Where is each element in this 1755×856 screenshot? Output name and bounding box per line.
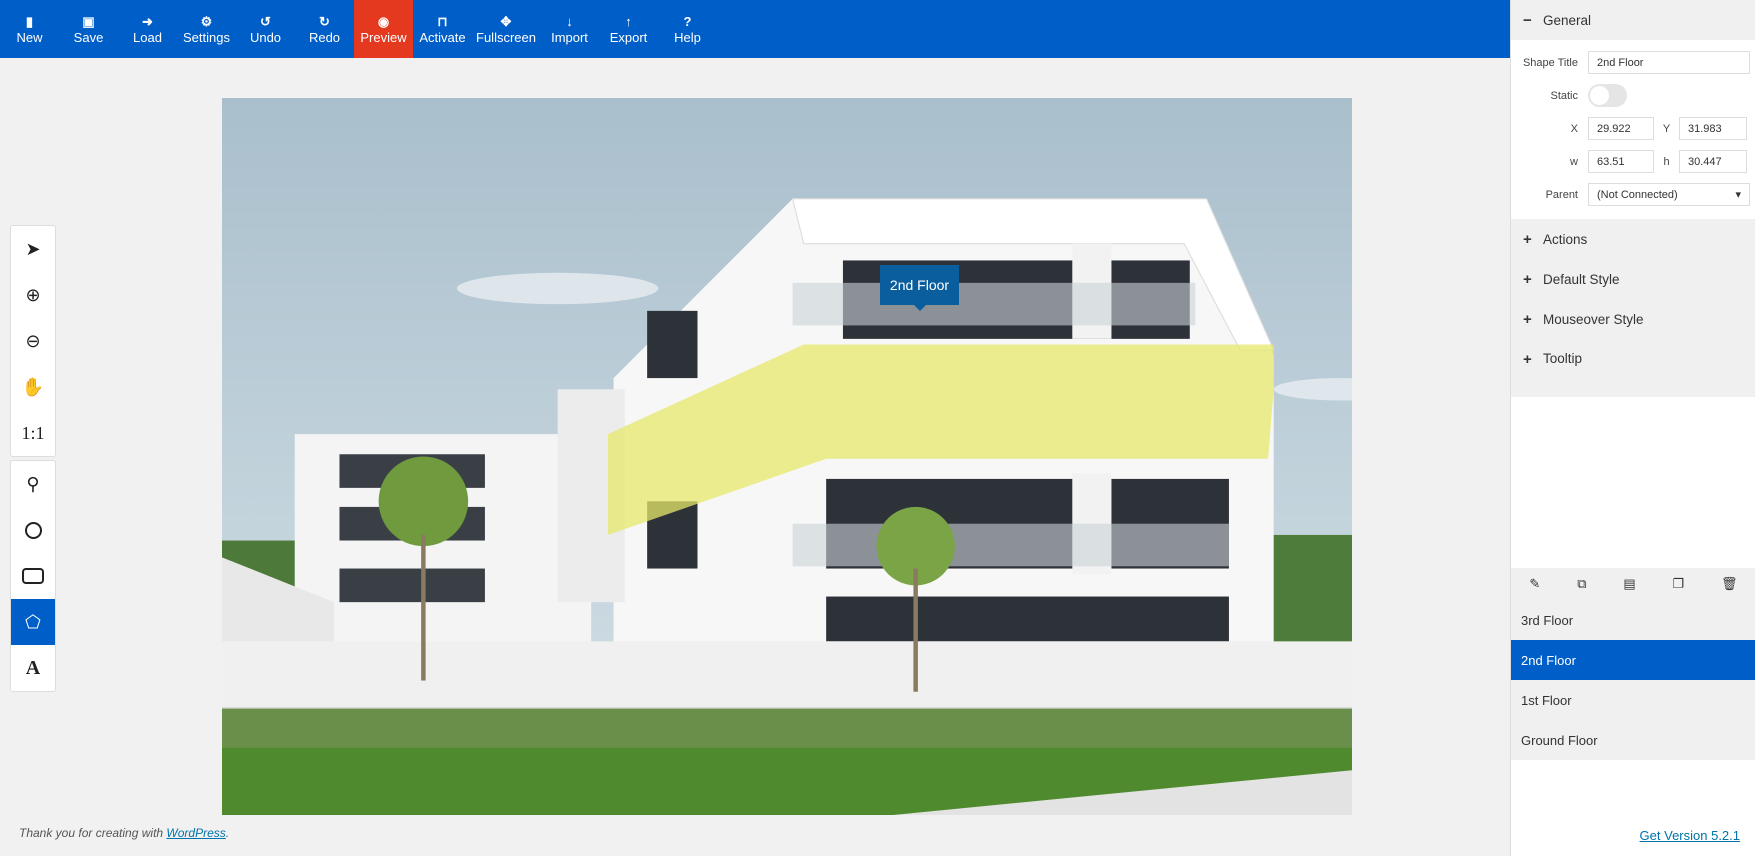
file-icon: ▮ xyxy=(25,14,34,29)
arrow-up-icon: ↑ xyxy=(625,14,632,29)
footer-credit: Thank you for creating with WordPress. xyxy=(19,826,230,840)
building-photo xyxy=(222,98,1352,815)
shape-list-item[interactable]: 1st Floor xyxy=(1511,680,1755,720)
settings-button[interactable]: ⚙ Settings xyxy=(177,0,236,58)
rounded-rect-icon xyxy=(22,568,44,584)
x-input[interactable]: 29.922 xyxy=(1588,117,1654,140)
plus-icon: + xyxy=(1523,230,1532,248)
import-button[interactable]: ↓ Import xyxy=(540,0,599,58)
preview-button[interactable]: ◉ Preview xyxy=(354,0,413,58)
width-input[interactable]: 63.51 xyxy=(1588,150,1654,173)
circle-tool[interactable] xyxy=(11,507,55,553)
get-version-link[interactable]: Get Version 5.2.1 xyxy=(1640,828,1740,843)
pencil-icon[interactable]: ✎ xyxy=(1529,576,1540,592)
zoom-in-icon: ⊕ xyxy=(25,284,41,305)
plus-icon: + xyxy=(1523,351,1532,368)
question-icon: ? xyxy=(683,14,692,29)
rectangle-tool[interactable] xyxy=(11,553,55,599)
general-section: Shape Title 2nd Floor Static X 29.922 Y 31.9… xyxy=(1511,40,1755,219)
marker-tool[interactable]: ⚲ xyxy=(11,461,55,507)
copy-icon[interactable]: ⧉ xyxy=(1577,576,1586,592)
actions-section-header[interactable]: + Actions xyxy=(1511,219,1755,259)
dropdown-arrow-icon: ▾ xyxy=(1735,189,1741,201)
zoom-in-tool[interactable]: ⊕ xyxy=(11,272,55,318)
default-style-section-header[interactable]: + Default Style xyxy=(1511,259,1755,299)
redo-button[interactable]: ↻ Redo xyxy=(295,0,354,58)
load-button[interactable]: ➜ Load xyxy=(118,0,177,58)
arrow-down-icon: ↓ xyxy=(566,14,573,29)
export-button[interactable]: ↑ Export xyxy=(599,0,658,58)
main-toolbar: ▮ New ▣ Save ➜ Load ⚙ Settings ↺ Undo ↻ Redo ◉… xyxy=(0,0,1510,58)
plus-icon: + xyxy=(1523,270,1532,288)
polygon-icon: ⬠ xyxy=(25,611,41,632)
parent-select[interactable]: (Not Connected) ▾ xyxy=(1588,183,1750,206)
paste-icon[interactable]: ▤ xyxy=(1623,576,1635,592)
expand-icon: ✥ xyxy=(500,14,512,29)
fullscreen-button[interactable]: ✥ Fullscreen xyxy=(472,0,540,58)
image-canvas[interactable]: 2nd Floor xyxy=(222,98,1352,815)
shape-list-item-selected[interactable]: 2nd Floor xyxy=(1511,640,1755,680)
zoom-out-tool[interactable]: ⊖ xyxy=(11,318,55,364)
mouseover-style-section-header[interactable]: + Mouseover Style xyxy=(1511,299,1755,339)
shape-list-toolbar: ✎ ⧉ ▤ ❐ 🗑 xyxy=(1511,568,1755,600)
shape-list-item[interactable]: Ground Floor xyxy=(1511,720,1755,760)
undo-icon: ↺ xyxy=(260,14,271,29)
height-input[interactable]: 30.447 xyxy=(1679,150,1747,173)
map-pin-icon: ⚲ xyxy=(26,473,40,494)
eye-icon: ◉ xyxy=(377,14,390,29)
trash-icon[interactable]: 🗑 xyxy=(1721,576,1738,592)
undo-button[interactable]: ↺ Undo xyxy=(236,0,295,58)
floppy-icon: ▣ xyxy=(82,14,95,29)
sign-in-icon: ➜ xyxy=(142,14,153,29)
shape-list: 3rd Floor 2nd Floor 1st Floor Ground Flo… xyxy=(1511,600,1755,760)
reset-zoom-tool[interactable]: 1:1 xyxy=(11,410,55,456)
gear-icon: ⚙ xyxy=(200,14,213,29)
minus-icon: − xyxy=(1523,11,1532,29)
help-button[interactable]: ? Help xyxy=(658,0,717,58)
cursor-icon: ➤ xyxy=(25,238,41,259)
static-toggle[interactable] xyxy=(1588,84,1627,107)
zoom-out-icon: ⊖ xyxy=(25,330,41,351)
drawing-tools: ➤ ⊕ ⊖ ✋ 1:1 ⚲ ⬠ A xyxy=(10,225,56,695)
pan-tool[interactable]: ✋ xyxy=(11,364,55,410)
unlock-icon: ⊓ xyxy=(437,14,448,29)
hand-icon: ✋ xyxy=(21,376,45,397)
shape-tooltip: 2nd Floor xyxy=(880,265,959,311)
shape-list-item[interactable]: 3rd Floor xyxy=(1511,600,1755,640)
plus-icon: + xyxy=(1523,310,1532,328)
general-section-header[interactable]: − General xyxy=(1511,0,1755,40)
save-button[interactable]: ▣ Save xyxy=(59,0,118,58)
activate-button[interactable]: ⊓ Activate xyxy=(413,0,472,58)
redo-icon: ↻ xyxy=(319,14,330,29)
wordpress-link[interactable]: WordPress xyxy=(166,826,225,840)
shape-title-input[interactable]: 2nd Floor xyxy=(1588,51,1750,74)
select-tool[interactable]: ➤ xyxy=(11,226,55,272)
duplicate-icon[interactable]: ❐ xyxy=(1673,576,1685,592)
new-button[interactable]: ▮ New xyxy=(0,0,59,58)
text-tool[interactable]: A xyxy=(11,645,55,691)
y-input[interactable]: 31.983 xyxy=(1679,117,1747,140)
polygon-tool[interactable]: ⬠ xyxy=(11,599,55,645)
properties-sidebar: − General Shape Title 2nd Floor Static X 29… xyxy=(1510,0,1755,856)
tooltip-section-header[interactable]: + Tooltip xyxy=(1511,339,1755,397)
circle-icon xyxy=(24,521,42,539)
